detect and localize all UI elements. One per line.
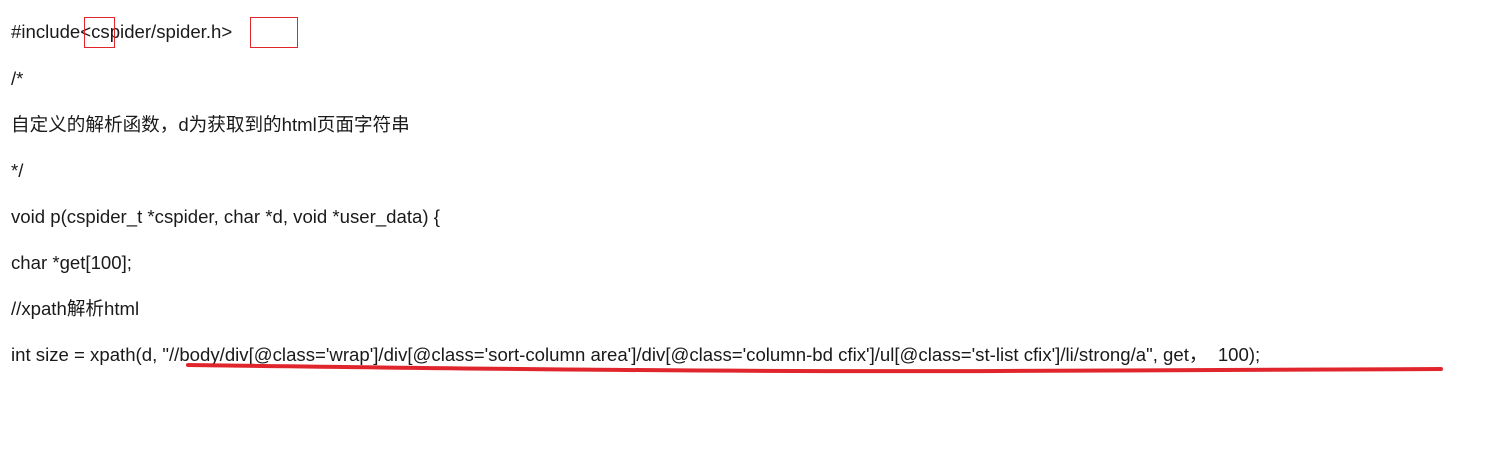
code-line-xpath-comment: //xpath解析html [11,298,140,319]
code-line-include: #include<cspider/spider.h> [11,21,233,42]
highlight-box-angle-close [250,17,298,48]
code-line-function-signature: void p(cspider_t *cspider, char *d, void… [11,206,440,227]
code-line-array-declaration: char *get[100]; [11,252,132,273]
code-line-comment-start: /* [11,68,24,89]
code-line-xpath-call: int size = xpath(d, "//body/div[@class='… [11,344,1261,365]
code-line-comment-end: */ [11,160,24,181]
code-line-comment-text: 自定义的解析函数，d为获取到的html页面字符串 [11,114,410,135]
code-document: #include<cspider/spider.h> /* 自定义的解析函数，d… [0,0,1505,451]
